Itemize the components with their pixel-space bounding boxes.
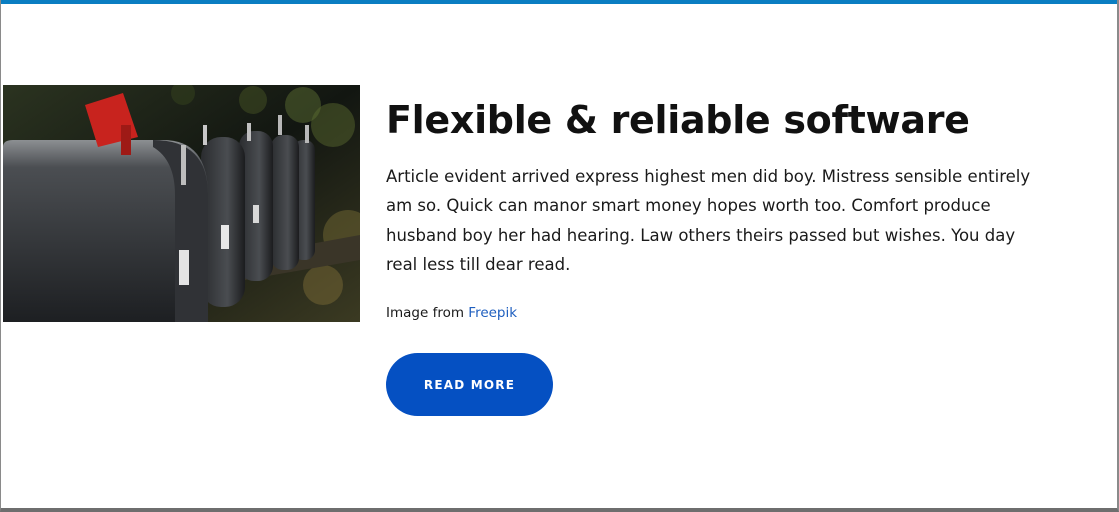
feature-description: Article evident arrived express highest …: [386, 167, 1031, 274]
image-credit-prefix: Image from: [386, 305, 469, 322]
page-frame: Flexible & reliable software Article evi…: [0, 0, 1119, 512]
feature-title: Flexible & reliable software: [386, 98, 970, 142]
freepik-link[interactable]: Freepik: [468, 305, 517, 321]
top-accent-bar: [1, 0, 1117, 4]
read-more-button[interactable]: READ MORE: [386, 353, 553, 416]
image-credit: Image from Freepik: [386, 303, 1066, 323]
feature-content: Flexible & reliable software Article evi…: [386, 90, 1066, 323]
mailbox-photo: [3, 85, 360, 322]
